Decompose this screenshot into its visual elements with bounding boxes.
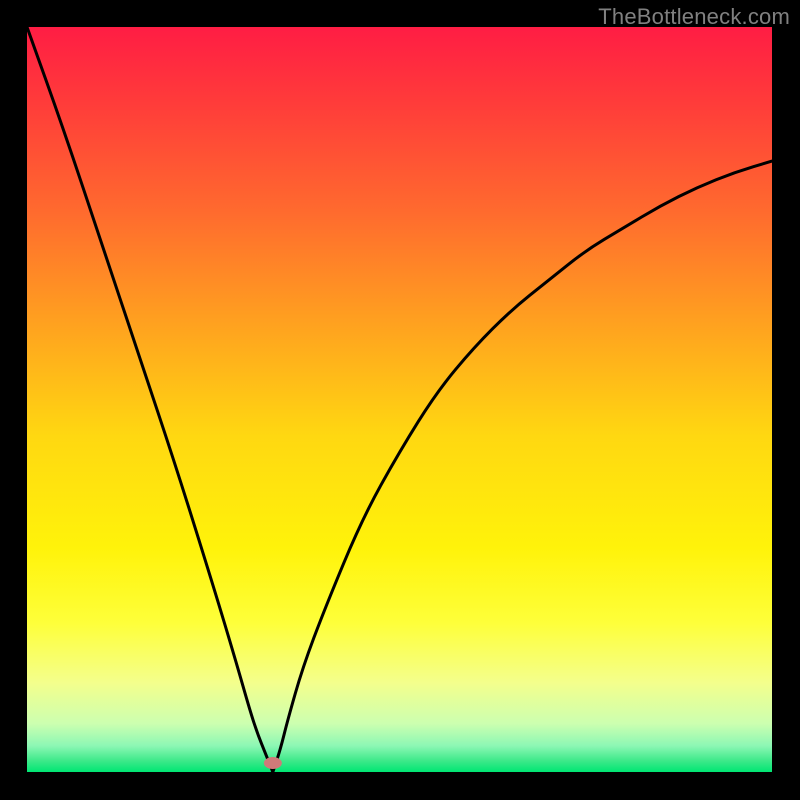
watermark-text: TheBottleneck.com — [598, 4, 790, 30]
bottleneck-chart — [27, 27, 772, 772]
gradient-background — [27, 27, 772, 772]
notch-marker — [264, 757, 282, 769]
plot-frame — [27, 27, 772, 772]
